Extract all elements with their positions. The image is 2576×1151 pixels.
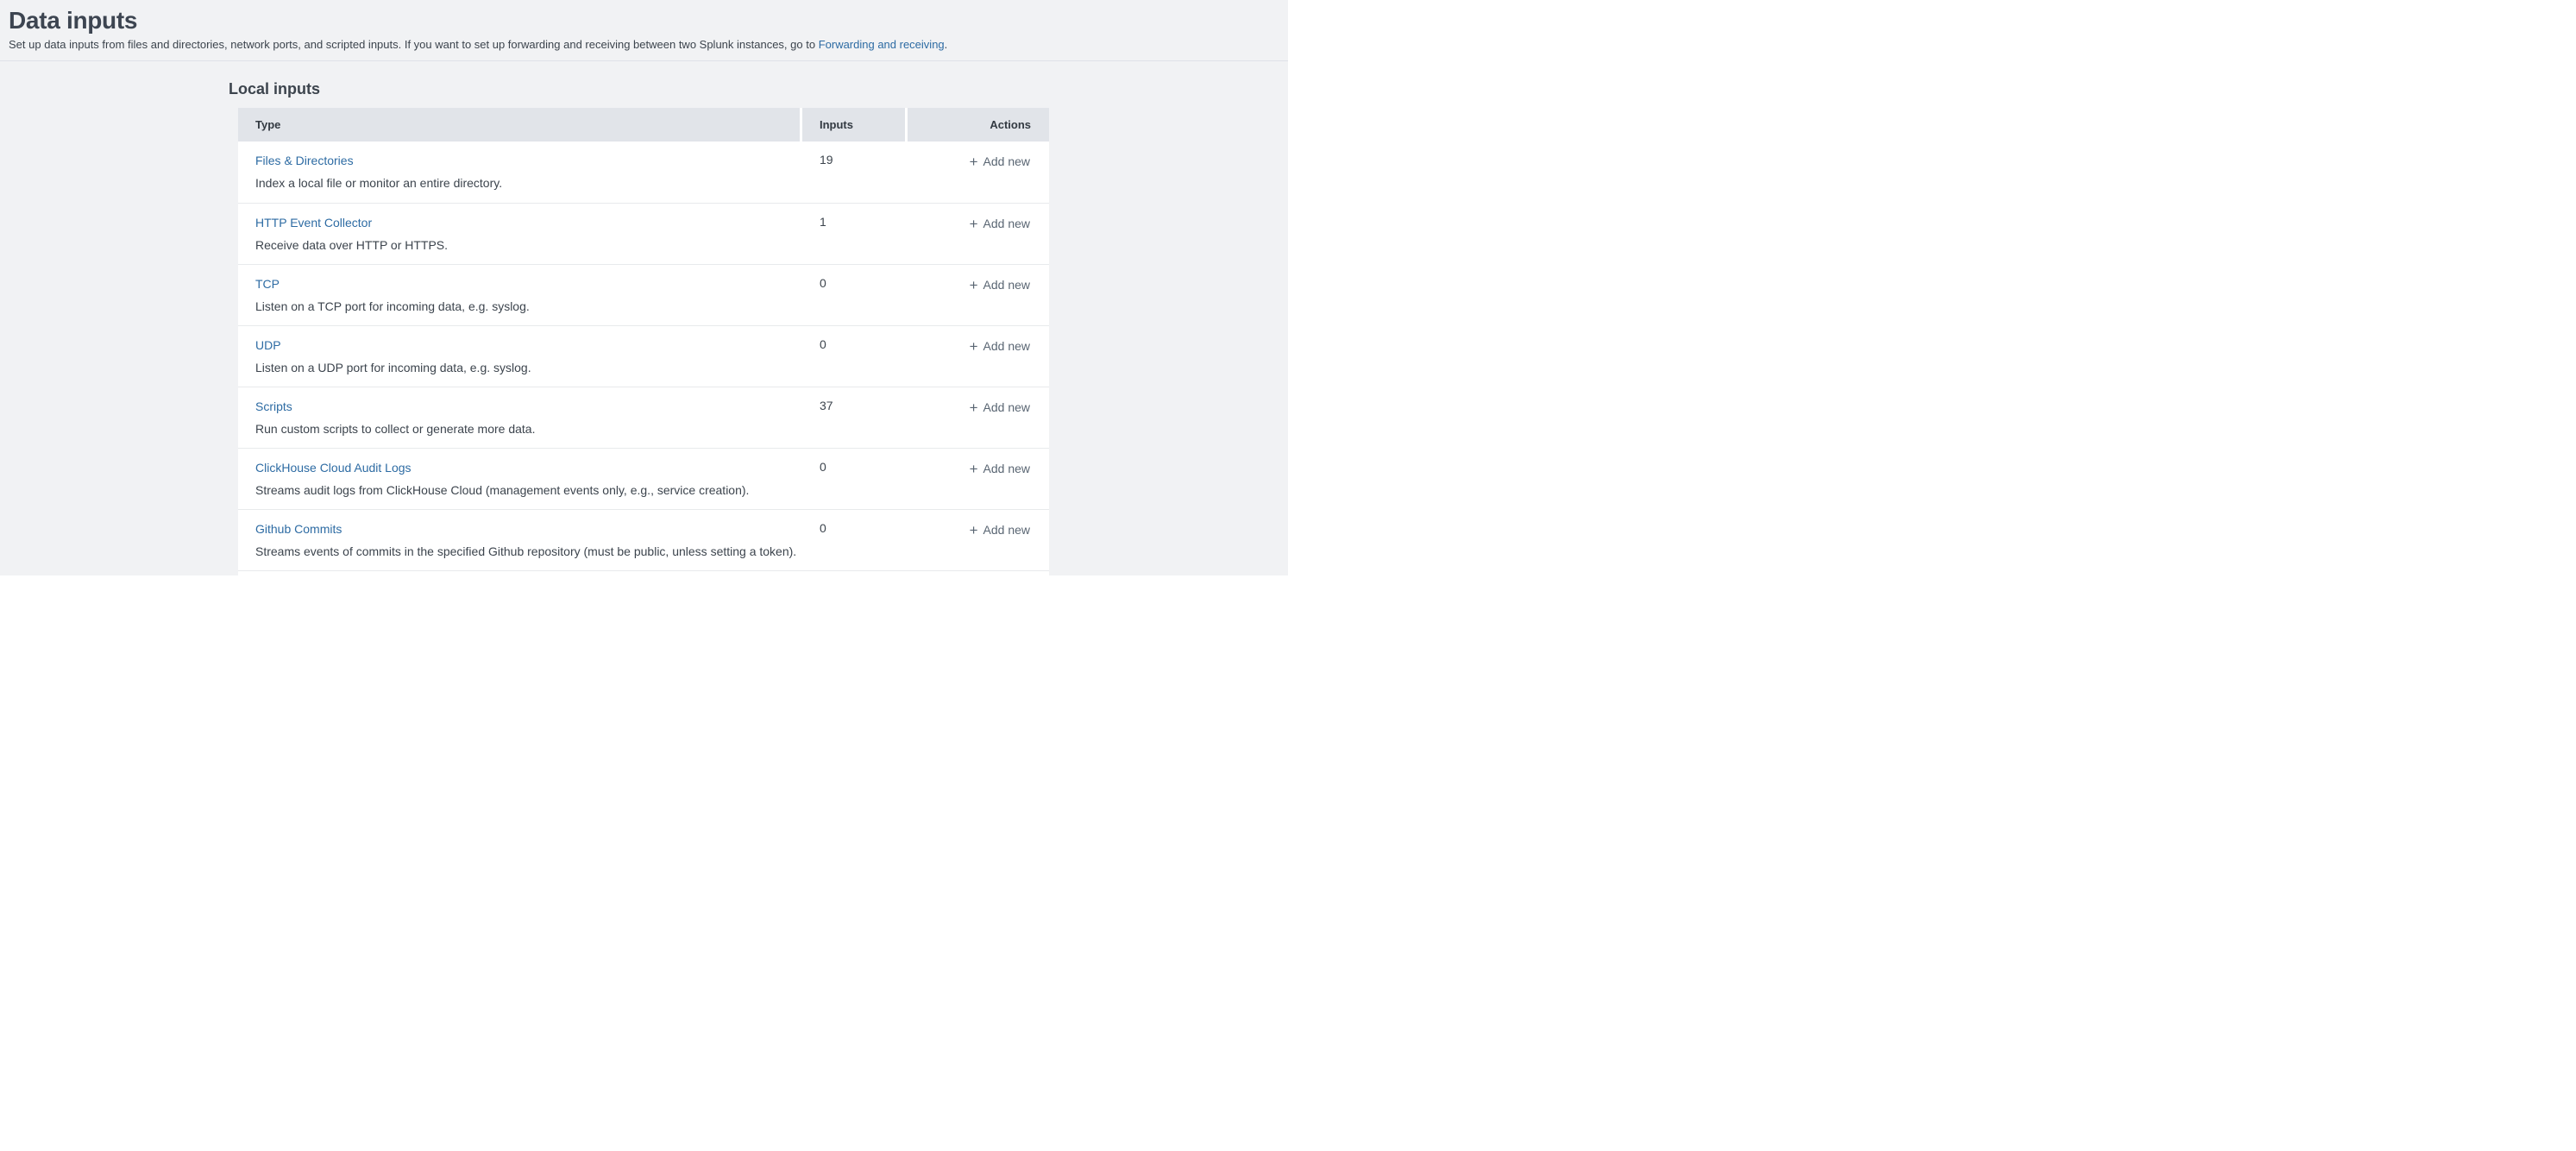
table-row: HTTP Event Collector Receive data over H… (238, 203, 1049, 264)
page-header: Data inputs Set up data inputs from file… (0, 0, 1288, 61)
input-type-description: Receive data over HTTP or HTTPS. (255, 237, 800, 253)
table-row: TCP Listen on a TCP port for incoming da… (238, 264, 1049, 325)
actions-cell: + Add new (905, 276, 1049, 325)
table-row: Scripts Run custom scripts to collect or… (238, 387, 1049, 448)
actions-cell: + Add new (905, 337, 1049, 387)
input-type-link[interactable]: TCP (255, 277, 280, 291)
type-cell: UDP Listen on a UDP port for incoming da… (238, 337, 800, 387)
input-type-link[interactable]: Files & Directories (255, 154, 354, 167)
input-type-description: Listen on a TCP port for incoming data, … (255, 299, 800, 314)
add-new-button[interactable]: + Add new (970, 400, 1030, 414)
plus-icon: + (970, 216, 978, 232)
input-count: 37 (800, 399, 905, 448)
input-count: 1 (800, 215, 905, 264)
add-new-button[interactable]: + Add new (970, 339, 1030, 353)
type-cell: HTTP Event Collector Receive data over H… (238, 215, 800, 264)
input-type-description: Streams events of commits in the specifi… (255, 544, 800, 559)
input-type-description: Streams audit logs from ClickHouse Cloud… (255, 482, 800, 498)
plus-icon: + (970, 399, 978, 416)
add-new-button[interactable]: + Add new (970, 523, 1030, 537)
subtitle-text: Set up data inputs from files and direct… (9, 38, 819, 51)
add-new-button[interactable]: + Add new (970, 217, 1030, 230)
page-subtitle: Set up data inputs from files and direct… (9, 37, 1278, 52)
input-count: 0 (800, 521, 905, 570)
forwarding-and-receiving-link[interactable]: Forwarding and receiving (819, 38, 945, 51)
add-new-label: Add new (983, 217, 1030, 230)
input-type-description: Run custom scripts to collect or generat… (255, 421, 800, 437)
input-type-link[interactable]: HTTP Event Collector (255, 216, 372, 230)
table-row: UDP Listen on a UDP port for incoming da… (238, 325, 1049, 387)
input-count: 0 (800, 460, 905, 509)
add-new-label: Add new (983, 339, 1030, 353)
add-new-button[interactable]: + Add new (970, 462, 1030, 475)
input-count: 19 (800, 153, 905, 203)
input-count: 0 (800, 337, 905, 387)
local-inputs-table: Type Inputs Actions Files & Directories … (238, 108, 1049, 576)
add-new-button[interactable]: + Add new (970, 278, 1030, 292)
actions-cell: + Add new (905, 399, 1049, 448)
type-cell: Files & Directories Index a local file o… (238, 153, 800, 203)
column-header-actions: Actions (905, 108, 1049, 142)
actions-cell: + Add new (905, 215, 1049, 264)
input-type-link[interactable]: ClickHouse Cloud Audit Logs (255, 461, 412, 475)
add-new-label: Add new (983, 278, 1030, 292)
add-new-label: Add new (983, 154, 1030, 168)
input-type-description: Listen on a UDP port for incoming data, … (255, 360, 800, 375)
input-type-link[interactable]: UDP (255, 338, 281, 352)
type-cell: TCP Listen on a TCP port for incoming da… (238, 276, 800, 325)
actions-cell: + Add new (905, 460, 1049, 509)
plus-icon: + (970, 522, 978, 538)
plus-icon: + (970, 338, 978, 355)
input-type-description: Index a local file or monitor an entire … (255, 175, 800, 191)
actions-cell: + Add new (905, 153, 1049, 203)
plus-icon: + (970, 277, 978, 293)
plus-icon: + (970, 461, 978, 477)
table-header-row: Type Inputs Actions (238, 108, 1049, 142)
content-area: Local inputs Type Inputs Actions Files &… (0, 79, 1288, 576)
type-cell: Scripts Run custom scripts to collect or… (238, 399, 800, 448)
partial-next-row (238, 570, 1049, 576)
add-new-label: Add new (983, 400, 1030, 414)
actions-cell: + Add new (905, 521, 1049, 570)
input-count: 0 (800, 276, 905, 325)
table-row: ClickHouse Cloud Audit Logs Streams audi… (238, 448, 1049, 509)
column-header-inputs: Inputs (800, 108, 905, 142)
type-cell: ClickHouse Cloud Audit Logs Streams audi… (238, 460, 800, 509)
add-new-label: Add new (983, 462, 1030, 475)
add-new-label: Add new (983, 523, 1030, 537)
plus-icon: + (970, 154, 978, 170)
type-cell: Github Commits Streams events of commits… (238, 521, 800, 570)
data-inputs-page: Data inputs Set up data inputs from file… (0, 0, 1288, 576)
table-row: Github Commits Streams events of commits… (238, 509, 1049, 570)
table-body: Files & Directories Index a local file o… (238, 142, 1049, 570)
column-header-type: Type (238, 108, 800, 142)
table-row: Files & Directories Index a local file o… (238, 142, 1049, 203)
subtitle-period: . (945, 38, 948, 51)
input-type-link[interactable]: Github Commits (255, 522, 342, 536)
section-title-local-inputs: Local inputs (229, 79, 1288, 98)
page-title: Data inputs (9, 6, 1278, 35)
input-type-link[interactable]: Scripts (255, 399, 292, 413)
add-new-button[interactable]: + Add new (970, 154, 1030, 168)
